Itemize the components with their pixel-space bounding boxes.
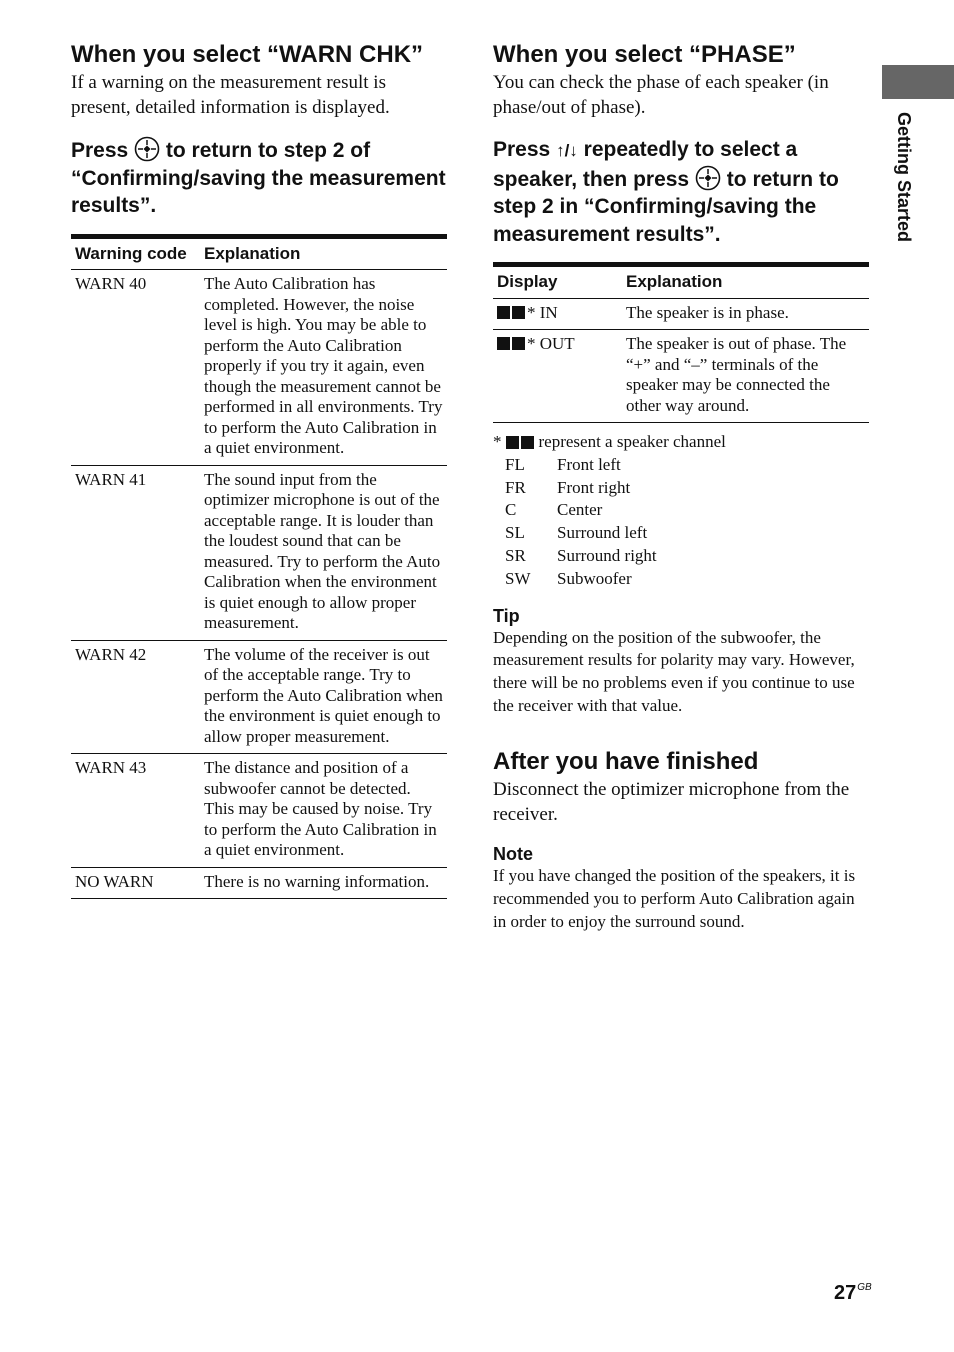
warning-explanation: The Auto Calibration has completed. Howe… (200, 269, 447, 466)
step-prefix: Press (493, 138, 551, 161)
display-value: * IN (527, 302, 558, 322)
up-down-arrow-icon: ↑/↓ (556, 141, 578, 160)
after-finished-text: Disconnect the optimizer microphone from… (493, 779, 850, 826)
enter-button-icon (695, 165, 721, 190)
phase-display-table: Display Explanation * IN The speaker is … (493, 262, 869, 423)
channel-name: Center (557, 500, 603, 520)
channel-placeholder-square (512, 337, 525, 350)
step-suffix: to return to step 2 of “Confirming/savin… (71, 139, 446, 217)
header-explanation: Explanation (200, 233, 447, 270)
note-text: If you have changed the position of the … (493, 866, 856, 931)
page-number: 27GB (834, 1282, 872, 1305)
channel-placeholder-square (512, 305, 525, 319)
channel-name: Front right (557, 477, 631, 497)
section-label: Getting Started (894, 112, 914, 243)
channel-name: Surround right (557, 545, 657, 565)
warning-explanation: The sound input from the optimizer micro… (200, 465, 447, 641)
display-value: * OUT (527, 334, 575, 353)
channel-item: SR Surround right (493, 545, 869, 568)
warning-code: WARN 43 (71, 753, 200, 868)
section-tab-marker (882, 65, 954, 99)
channel-item: SW Subwoofer (493, 568, 869, 591)
table-row: NO WARN There is no warning information. (71, 867, 447, 899)
table-row: WARN 40 The Auto Calibration has complet… (71, 269, 447, 466)
channel-code: C (505, 500, 517, 520)
warn-chk-heading: When you select “WARN CHK” (71, 41, 424, 68)
channel-placeholder-square (497, 305, 510, 319)
after-finished-heading: After you have finished (493, 748, 759, 776)
warn-chk-intro: If a warning on the measurement result i… (71, 72, 390, 118)
channel-name: Subwoofer (557, 568, 632, 588)
tip-heading: Tip (493, 605, 520, 626)
warning-explanation: The distance and position of a subwoofer… (200, 753, 447, 868)
display-explanation: The speaker is out of phase. The “+” and… (622, 329, 869, 423)
left-column: When you select “WARN CHK” If a warning … (71, 40, 447, 899)
warning-explanation: The volume of the receiver is out of the… (200, 640, 447, 754)
warning-code: NO WARN (71, 867, 200, 899)
warning-code: WARN 42 (71, 640, 200, 754)
channel-item: FL Front left (493, 454, 869, 477)
channel-code: FL (505, 454, 525, 474)
table-row: WARN 42 The volume of the receiver is ou… (71, 640, 447, 754)
warn-chk-step: Press to return to step 2 of “Confirming… (71, 136, 447, 220)
footnote-marker: * (493, 432, 502, 451)
right-column: When you select “PHASE” You can check th… (493, 40, 869, 934)
table-header-row: Display Explanation (493, 262, 869, 299)
channel-code: FR (505, 477, 526, 497)
warning-explanation: There is no warning information. (200, 867, 447, 899)
phase-step: Press ↑/↓ repeatedly to select a speaker… (493, 136, 869, 248)
channel-footnote: * represent a speaker channel FL Front le… (493, 431, 869, 591)
display-cell: * OUT (493, 329, 622, 423)
warning-code-table: Warning code Explanation WARN 40 The Aut… (71, 233, 447, 900)
channel-name: Surround left (557, 523, 648, 543)
phase-intro: You can check the phase of each speaker … (493, 72, 829, 118)
table-row: * IN The speaker is in phase. (493, 298, 869, 330)
note-heading: Note (493, 844, 533, 865)
channel-code: SL (505, 523, 525, 543)
channel-item: FR Front right (493, 477, 869, 500)
display-explanation: The speaker is in phase. (622, 298, 869, 330)
channel-name: Front left (557, 454, 621, 474)
page-number-value: 27 (834, 1282, 857, 1304)
footnote-title: * represent a speaker channel (493, 431, 869, 454)
channel-item: SL Surround left (493, 522, 869, 545)
page-number-suffix: GB (857, 1282, 872, 1293)
channel-placeholder-square (520, 436, 534, 449)
channel-code: SW (505, 568, 531, 588)
table-row: * OUT The speaker is out of phase. The “… (493, 329, 869, 423)
footnote-text: represent a speaker channel (538, 432, 726, 451)
channel-item: C Center (493, 499, 869, 522)
header-warning-code: Warning code (71, 233, 200, 270)
table-row: WARN 41 The sound input from the optimiz… (71, 465, 447, 641)
header-explanation: Explanation (622, 262, 869, 299)
display-cell: * IN (493, 298, 622, 330)
phase-heading: When you select “PHASE” (493, 41, 796, 68)
warning-code: WARN 40 (71, 269, 200, 466)
tip-text: Depending on the position of the subwoof… (493, 627, 855, 715)
warning-code: WARN 41 (71, 465, 200, 641)
enter-button-icon (134, 136, 160, 162)
channel-placeholder-square (505, 436, 519, 449)
table-row: WARN 43 The distance and position of a s… (71, 753, 447, 868)
table-header-row: Warning code Explanation (71, 233, 447, 270)
channel-code: SR (505, 545, 526, 565)
step-prefix: Press (71, 139, 129, 162)
channel-placeholder-square (497, 337, 510, 350)
header-display: Display (493, 262, 622, 299)
